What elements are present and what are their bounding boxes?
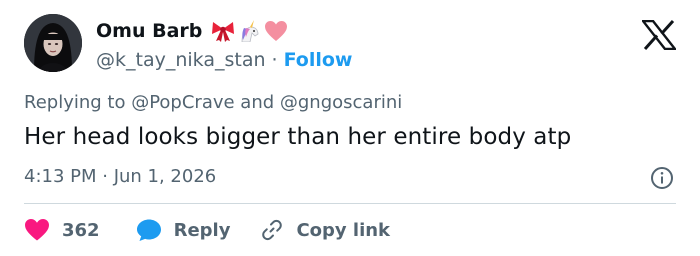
avatar[interactable]	[24, 14, 82, 72]
author-handle-row: @k_tay_nika_stan · Follow	[96, 47, 352, 73]
reply-button[interactable]: Reply	[136, 218, 231, 242]
copy-link-label: Copy link	[296, 219, 391, 241]
like-count: 362	[62, 219, 100, 241]
copy-link-button[interactable]: Copy link	[260, 218, 390, 242]
handle-separator: ·	[271, 49, 278, 71]
link-icon	[260, 218, 284, 242]
like-button[interactable]: 362	[24, 218, 100, 242]
heart-icon	[264, 20, 288, 42]
tweet-text: Her head looks bigger than her entire bo…	[24, 124, 572, 150]
heart-icon	[24, 218, 50, 242]
action-bar: 362 Reply Copy link	[24, 214, 390, 246]
divider	[24, 203, 676, 204]
ribbon-icon	[210, 20, 236, 42]
reply-label: Reply	[173, 219, 231, 241]
author-handle[interactable]: @k_tay_nika_stan	[96, 49, 266, 71]
tweet-timestamp[interactable]: 4:13 PM · Jun 1, 2026	[24, 166, 216, 187]
follow-button[interactable]: Follow	[284, 49, 353, 71]
unicorn-icon	[238, 20, 262, 42]
author-name-row: Omu Barb	[96, 18, 288, 44]
reply-icon	[136, 218, 162, 242]
avatar-image	[24, 14, 82, 72]
replying-to: Replying to @PopCrave and @gngoscarini	[24, 92, 403, 113]
display-name[interactable]: Omu Barb	[96, 20, 202, 42]
x-logo-icon[interactable]	[642, 20, 676, 50]
name-emojis	[210, 20, 288, 42]
info-icon[interactable]	[650, 166, 674, 190]
